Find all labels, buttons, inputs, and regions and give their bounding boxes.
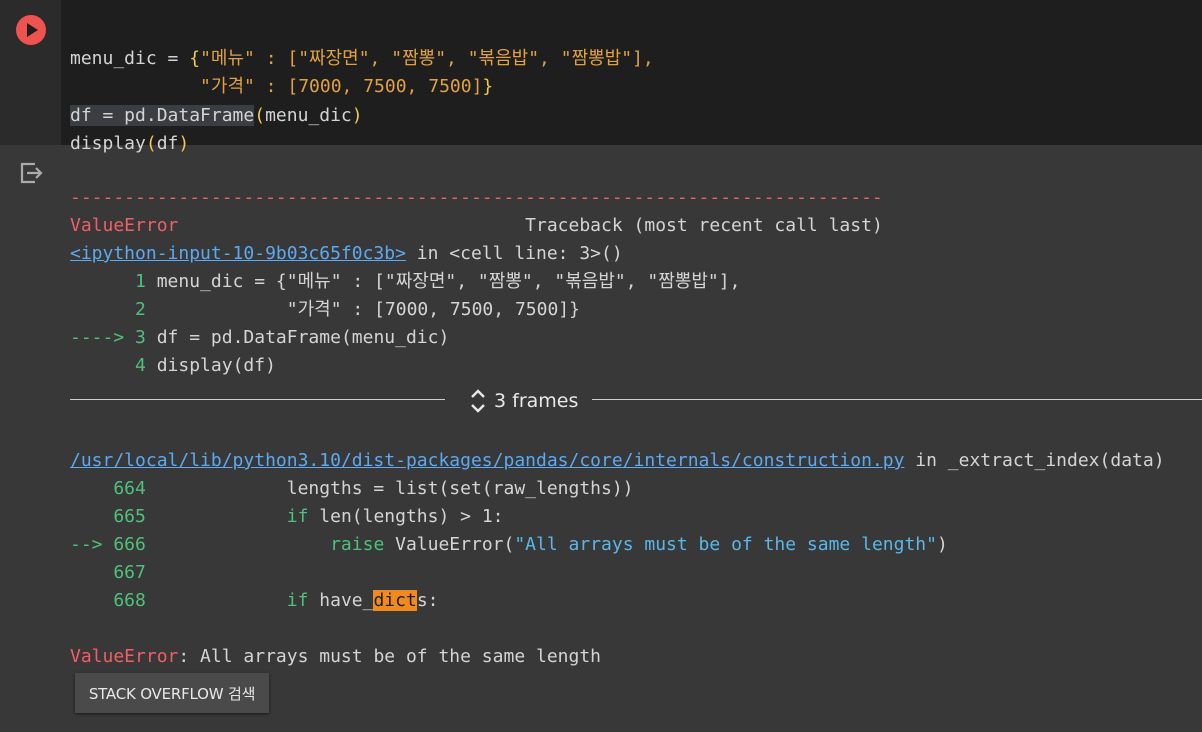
traceback-output-frames: /usr/local/lib/python3.10/dist-packages/… xyxy=(70,419,1165,699)
frames-toggle-row: 3 frames xyxy=(70,386,1202,418)
divider xyxy=(70,399,445,400)
play-icon xyxy=(27,23,38,37)
frame-line-668: 668 if have_dicts: xyxy=(70,590,439,611)
code-line-2: "가격" : [7000, 7500, 7500]} xyxy=(200,76,494,97)
frame-line-667: 667 xyxy=(70,562,146,583)
output-actions-icon[interactable] xyxy=(16,158,46,188)
code-line-3: df = pd.DataFrame(menu_dic) xyxy=(70,104,363,126)
frame-line-665: 665 if len(lengths) > 1: xyxy=(70,506,504,527)
frame-line-664: 664 lengths = list(set(raw_lengths)) xyxy=(70,478,634,499)
frame-line-666: --> 666 raise ValueError("All arrays mus… xyxy=(70,534,948,555)
code-line-1: menu_dic = {"메뉴" : ["짜장면", "짬뽕", "볶음밥", … xyxy=(70,47,654,69)
traceback-line-3: ----> 3 df = pd.DataFrame(menu_dic) xyxy=(70,327,450,348)
expand-frames-icon xyxy=(471,389,485,413)
traceback-line-2: 2 "가격" : [7000, 7500, 7500]} xyxy=(135,299,580,320)
traceback-line-4: 4 display(df) xyxy=(135,355,276,376)
cell-gutter xyxy=(0,0,61,145)
traceback-header: ValueError Traceback (most recent call l… xyxy=(70,215,883,236)
frame-location: /usr/local/lib/python3.10/dist-packages/… xyxy=(70,450,1165,471)
run-cell-button[interactable] xyxy=(16,15,46,45)
frames-toggle-button[interactable]: 3 frames xyxy=(468,386,578,416)
traceback-dashes: ----------------------------------------… xyxy=(70,187,883,208)
exit-output-icon xyxy=(20,162,43,184)
construction-file-link[interactable]: /usr/local/lib/python3.10/dist-packages/… xyxy=(70,450,904,471)
code-line-4: display(df) xyxy=(70,133,190,154)
final-error: ValueError: All arrays must be of the sa… xyxy=(70,646,602,667)
search-stack-overflow-button[interactable]: STACK OVERFLOW 검색 xyxy=(75,673,269,713)
traceback-output: ----------------------------------------… xyxy=(70,156,883,408)
code-cell[interactable]: menu_dic = {"메뉴" : ["짜장면", "짬뽕", "볶음밥", … xyxy=(0,0,1202,154)
traceback-location: <ipython-input-10-9b03c65f0c3b> in <cell… xyxy=(70,243,623,264)
traceback-line-1: 1 menu_dic = {"메뉴" : ["짜장면", "짬뽕", "볶음밥"… xyxy=(135,271,741,292)
ipython-input-link[interactable]: <ipython-input-10-9b03c65f0c3b> xyxy=(70,243,406,264)
divider xyxy=(592,399,1202,400)
